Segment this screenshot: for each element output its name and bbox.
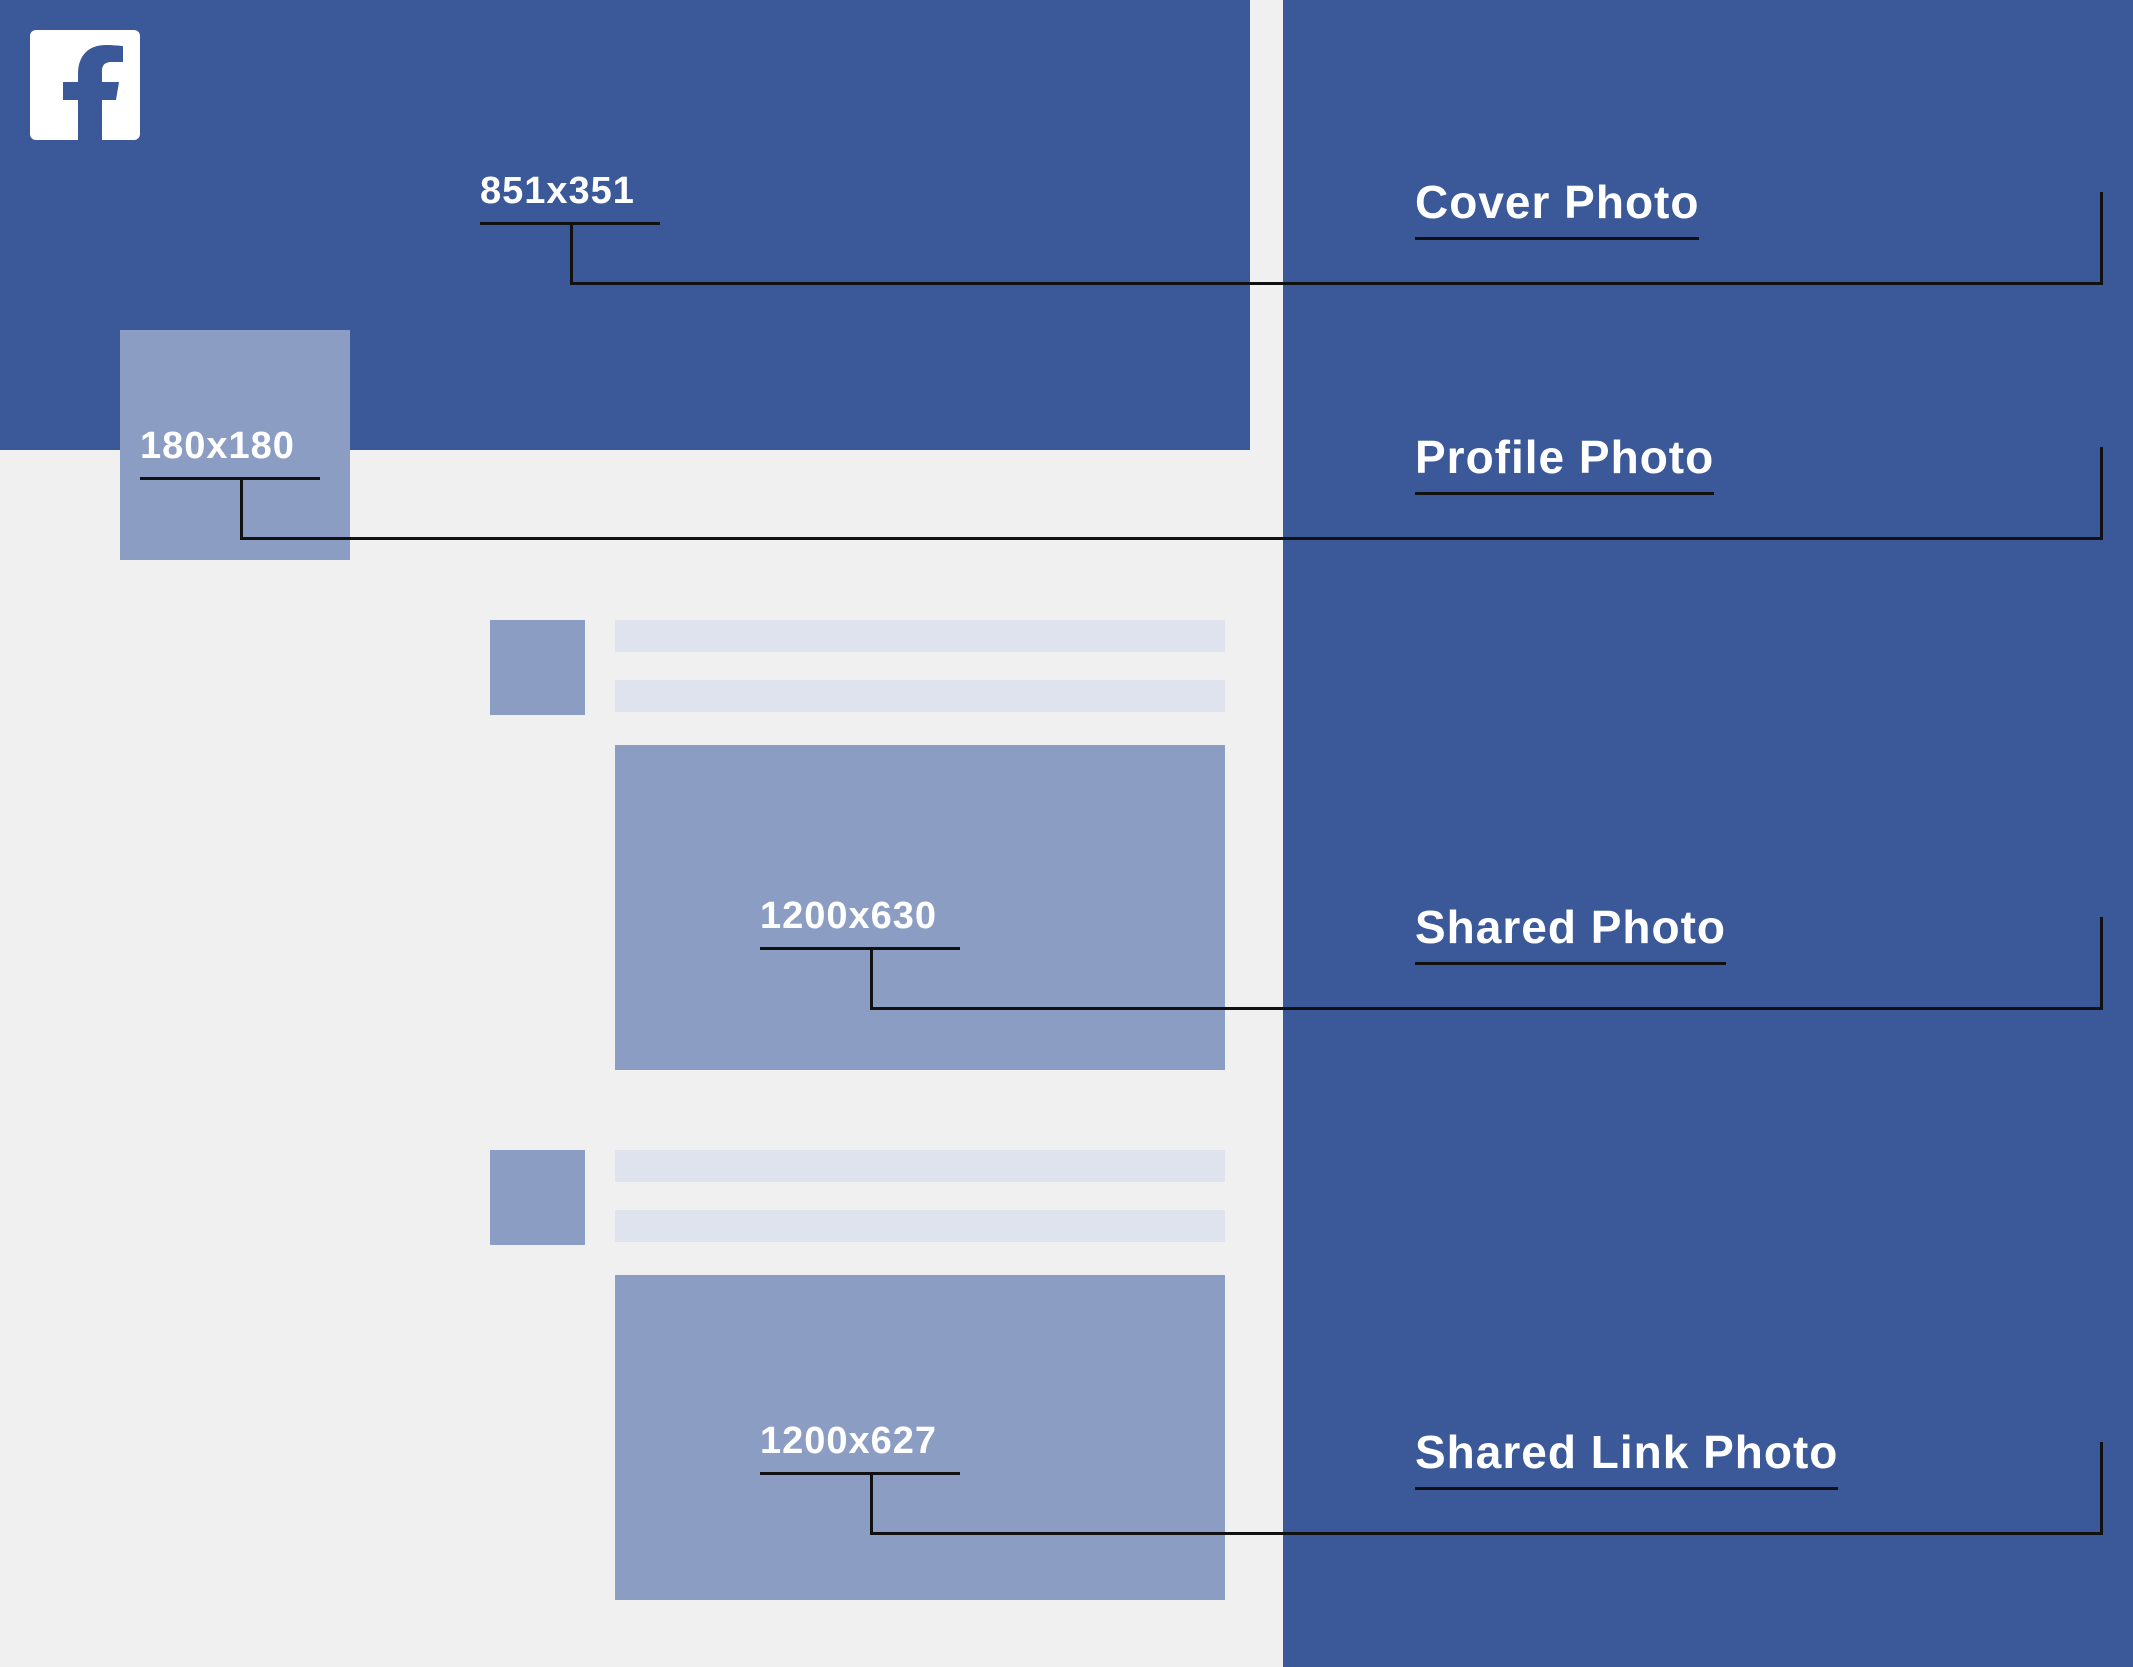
shared-dimension: 1200x630 <box>760 895 937 938</box>
post-text-line <box>615 1210 1225 1242</box>
cover-dimension: 851x351 <box>480 170 635 213</box>
post-text-line <box>615 620 1225 652</box>
post-text-line <box>615 1150 1225 1182</box>
post-avatar <box>490 620 585 715</box>
post-avatar <box>490 1150 585 1245</box>
facebook-logo-icon <box>30 30 140 140</box>
connector-line <box>570 222 573 282</box>
labels-sidebar <box>1283 0 2133 1667</box>
connector-line <box>2100 917 2103 1010</box>
shared-label: Shared Photo <box>1415 900 1726 965</box>
connector-line <box>2100 447 2103 540</box>
shared-link-label: Shared Link Photo <box>1415 1425 1838 1490</box>
connector-line <box>870 947 873 1007</box>
connector-line <box>240 537 2100 540</box>
post-text-line <box>615 680 1225 712</box>
profile-dimension: 180x180 <box>140 425 295 468</box>
connector-line <box>140 477 320 480</box>
connector-line <box>240 477 243 537</box>
connector-line <box>870 1472 873 1532</box>
connector-line <box>2100 1442 2103 1535</box>
connector-line <box>760 947 960 950</box>
connector-line <box>870 1007 2100 1010</box>
connector-line <box>760 1472 960 1475</box>
connector-line <box>870 1532 2100 1535</box>
connector-line <box>570 282 2100 285</box>
shared-link-dimension: 1200x627 <box>760 1420 937 1463</box>
cover-label: Cover Photo <box>1415 175 1699 240</box>
profile-label: Profile Photo <box>1415 430 1714 495</box>
connector-line <box>2100 192 2103 285</box>
